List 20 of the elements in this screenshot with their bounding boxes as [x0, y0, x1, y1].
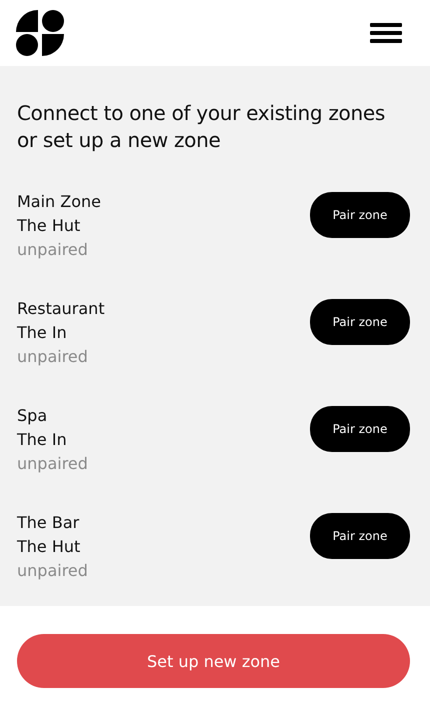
venue-name: The In	[17, 322, 68, 344]
zone-status: unpaired	[17, 560, 88, 582]
zone-name: Spa	[17, 405, 48, 427]
logo-icon	[16, 10, 64, 56]
venue-name: The In	[17, 429, 68, 451]
zone-status: unpaired	[17, 346, 89, 368]
zone-status: unpaired	[17, 453, 88, 475]
zone-name: Restaurant	[17, 298, 105, 320]
page-heading: Connect to one of your existing zones or set up a new zone	[17, 100, 386, 154]
zone-name: The Bar	[17, 512, 80, 534]
pair-zone-button[interactable]: Pair zone	[310, 192, 410, 238]
zone-name: Main Zone	[17, 191, 102, 213]
menu-icon[interactable]	[370, 23, 402, 43]
zone-status: unpaired	[17, 239, 89, 261]
pair-zone-button[interactable]: Pair zone	[310, 513, 410, 559]
pair-zone-button[interactable]: Pair zone	[310, 299, 410, 345]
pair-zone-button[interactable]: Pair zone	[310, 406, 410, 452]
venue-name: The Hut	[17, 536, 82, 558]
venue-name: The Hut	[17, 215, 82, 237]
setup-zone-button[interactable]: Set up new zone	[17, 634, 410, 688]
